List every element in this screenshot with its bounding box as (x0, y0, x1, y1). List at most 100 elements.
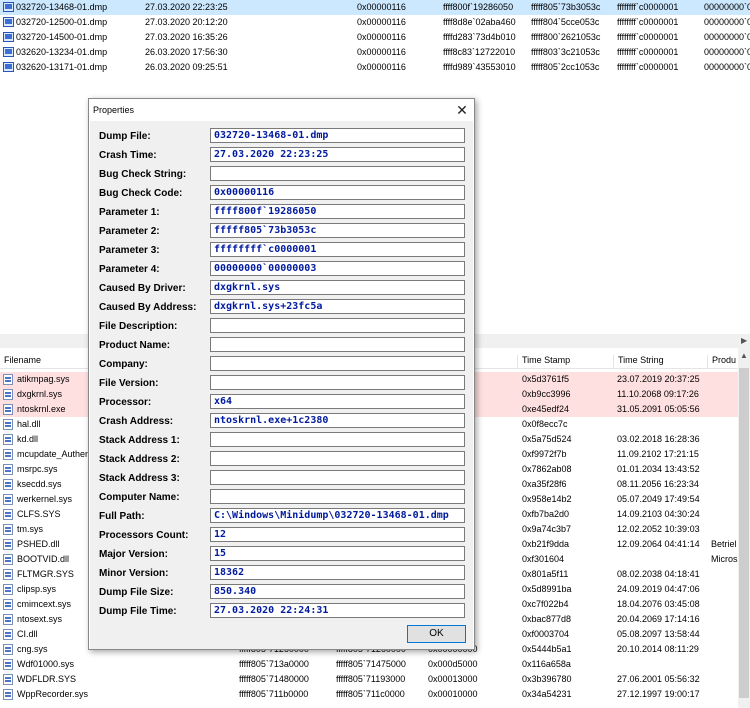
column-header-time-stamp[interactable]: Time Stamp (517, 355, 613, 369)
module-cell-ts: 0x958e14b2 (522, 494, 572, 504)
module-cell-c3: 0x00010000 (428, 689, 478, 699)
property-row: Computer Name: (90, 488, 473, 507)
module-cell-c2: fffff805`71475000 (336, 659, 406, 669)
property-value-field[interactable]: fffff805`73b3053c (210, 223, 465, 238)
file-icon (3, 644, 13, 655)
file-icon (3, 419, 13, 430)
property-value-field[interactable]: dxgkrnl.sys+23fc5a (210, 299, 465, 314)
column-header-time-string[interactable]: Time String (613, 355, 707, 369)
dump-row[interactable]: 032720-14500-01.dmp 27.03.2020 16:35:26 0x… (0, 30, 750, 45)
ok-button[interactable]: OK (407, 625, 466, 643)
dump-cell-code: 0x00000116 (357, 17, 406, 27)
scroll-right-icon[interactable]: ▶ (741, 336, 747, 345)
module-cell-tstr: 11.09.2102 17:21:15 (617, 449, 699, 459)
property-value-field[interactable]: ffff800f`19286050 (210, 204, 465, 219)
dump-row[interactable]: 032720-12500-01.dmp 27.03.2020 20:12:20 0x… (0, 15, 750, 30)
module-cell-name: PSHED.dll (17, 539, 60, 549)
property-value-field[interactable]: 27.03.2020 22:23:25 (210, 147, 465, 162)
property-value-field[interactable]: 00000000`00000003 (210, 261, 465, 276)
property-label: Crash Address: (99, 416, 174, 427)
property-value-field[interactable]: 18362 (210, 565, 465, 580)
property-value-field[interactable]: 15 (210, 546, 465, 561)
property-value-field[interactable]: ffffffff`c0000001 (210, 242, 465, 257)
property-row: Parameter 2: fffff805`73b3053c (90, 222, 473, 241)
property-value-field[interactable]: 850.340 (210, 584, 465, 599)
property-value-field[interactable]: ntoskrnl.exe+1c2380 (210, 413, 465, 428)
dump-cell-p3: ffffffff`c0000001 (617, 2, 679, 12)
module-cell-ts: 0x5d8991ba (522, 584, 572, 594)
property-value-field[interactable] (210, 337, 465, 352)
file-icon (3, 554, 13, 565)
property-value-field[interactable]: C:\Windows\Minidump\032720-13468-01.dmp (210, 508, 465, 523)
property-value-field[interactable]: 27.03.2020 22:24:31 (210, 603, 465, 618)
module-row[interactable]: WDFLDR.SYS fffff805`71480000 fffff805`7119… (0, 672, 738, 687)
property-label: Parameter 1: (99, 207, 160, 218)
property-value-field[interactable]: 032720-13468-01.dmp (210, 128, 465, 143)
property-label: Parameter 4: (99, 264, 160, 275)
dialog-title-bar[interactable]: Properties ✕ (89, 99, 474, 121)
dump-cell-p4: 00000000`0 (704, 2, 750, 12)
module-cell-tstr: 31.05.2091 05:05:56 (617, 404, 700, 414)
module-cell-c1: fffff805`71480000 (239, 674, 309, 684)
property-row: Crash Address: ntoskrnl.exe+1c2380 (90, 412, 473, 431)
scroll-up-icon[interactable]: ▲ (740, 351, 748, 360)
property-label: Full Path: (99, 511, 145, 522)
property-value-field[interactable]: 12 (210, 527, 465, 542)
close-icon[interactable]: ✕ (453, 101, 471, 119)
dump-row[interactable]: 032720-13468-01.dmp 27.03.2020 22:23:25 0x… (0, 0, 750, 15)
module-row[interactable]: Wdf01000.sys fffff805`713a0000 fffff805`71… (0, 657, 738, 672)
module-cell-ts: 0x5444b5a1 (522, 644, 572, 654)
module-cell-tstr: 20.10.2014 08:11:29 (617, 644, 699, 654)
scrollbar-thumb[interactable] (739, 368, 749, 698)
property-value-field[interactable] (210, 166, 465, 181)
vertical-scrollbar[interactable]: ▲ (738, 348, 750, 708)
module-cell-ts: 0xb9cc3996 (522, 389, 571, 399)
property-row: Product Name: (90, 336, 473, 355)
dump-row[interactable]: 032620-13171-01.dmp 26.03.2020 09:25:51 0x… (0, 60, 750, 75)
property-value-field[interactable]: x64 (210, 394, 465, 409)
property-value-field[interactable] (210, 375, 465, 390)
dialog-body: Dump File: 032720-13468-01.dmp Crash Time:… (90, 121, 473, 649)
module-cell-name: kd.dll (17, 434, 39, 444)
column-header-product[interactable]: Produ (707, 355, 738, 369)
property-value-field[interactable] (210, 432, 465, 447)
module-cell-c3: 0x00013000 (428, 674, 478, 684)
module-cell-ts: 0xf0003704 (522, 629, 570, 639)
property-row: Parameter 4: 00000000`00000003 (90, 260, 473, 279)
module-cell-tstr: 01.01.2034 13:43:52 (617, 464, 700, 474)
module-cell-ts: 0xb21f9dda (522, 539, 570, 549)
module-cell-name: ntosext.sys (17, 614, 63, 624)
property-row: File Description: (90, 317, 473, 336)
dump-cell-p4: 00000000`0 (704, 47, 750, 57)
property-value-field[interactable] (210, 470, 465, 485)
file-icon (3, 614, 13, 625)
module-cell-name: msrpc.sys (17, 464, 58, 474)
dump-cell-p2: fffff804`5cce053c (531, 17, 600, 27)
property-value-field[interactable] (210, 451, 465, 466)
file-icon (3, 659, 13, 670)
property-row: Bug Check String: (90, 165, 473, 184)
property-value-field[interactable]: 0x00000116 (210, 185, 465, 200)
properties-dialog: Properties ✕ Dump File: 032720-13468-01.d… (88, 98, 475, 650)
file-icon (3, 599, 13, 610)
property-value-field[interactable]: dxgkrnl.sys (210, 280, 465, 295)
property-row: Dump File Time: 27.03.2020 22:24:31 (90, 602, 473, 621)
property-label: Crash Time: (99, 150, 157, 161)
module-cell-tstr: 12.02.2052 10:39:03 (617, 524, 700, 534)
dump-cell-code: 0x00000116 (357, 32, 406, 42)
dialog-title: Properties (93, 105, 135, 115)
module-cell-c2: fffff805`71193000 (336, 674, 406, 684)
property-value-field[interactable] (210, 489, 465, 504)
property-value-field[interactable] (210, 356, 465, 371)
module-cell-ts: 0xf301604 (522, 554, 565, 564)
module-cell-name: ksecdd.sys (17, 479, 62, 489)
module-row[interactable]: WppRecorder.sys fffff805`711b0000 fffff805… (0, 687, 738, 702)
property-row: Bug Check Code: 0x00000116 (90, 184, 473, 203)
module-cell-tstr: 20.04.2069 17:14:16 (617, 614, 700, 624)
dump-row[interactable]: 032620-13234-01.dmp 26.03.2020 17:56:30 0x… (0, 45, 750, 60)
dump-cell-name: 032620-13234-01.dmp (16, 47, 108, 57)
file-icon (3, 569, 13, 580)
property-label: Parameter 3: (99, 245, 160, 256)
module-cell-name: BOOTVID.dll (17, 554, 70, 564)
property-value-field[interactable] (210, 318, 465, 333)
